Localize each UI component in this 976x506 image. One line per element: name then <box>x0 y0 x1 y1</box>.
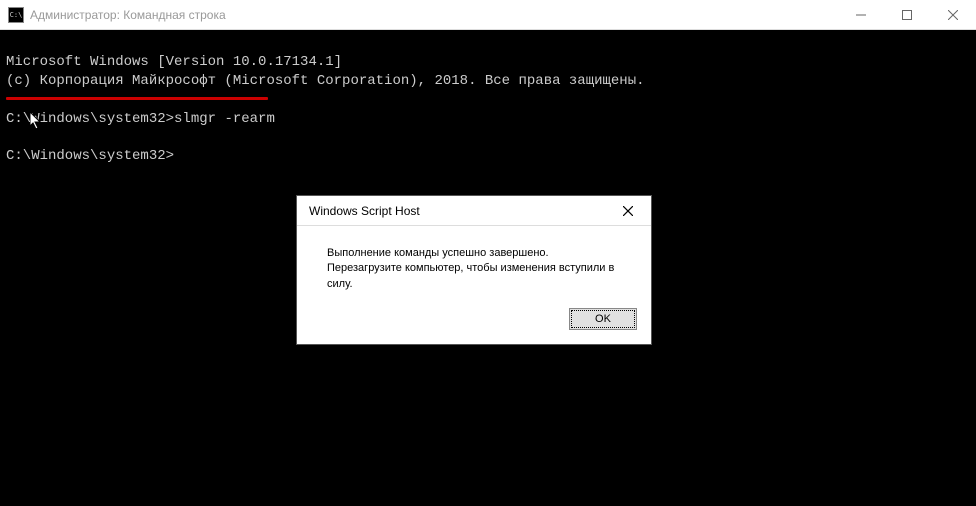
maximize-button[interactable] <box>884 0 930 29</box>
ok-button[interactable]: OK <box>569 308 637 330</box>
console-line: (c) Корпорация Майкрософт (Microsoft Cor… <box>6 73 645 89</box>
dialog-close-button[interactable] <box>613 199 643 223</box>
dialog-message: Выполнение команды успешно завершено. Пе… <box>297 226 651 300</box>
console-line: Microsoft Windows [Version 10.0.17134.1] <box>6 54 342 70</box>
window-titlebar: C:\ Администратор: Командная строка <box>0 0 976 30</box>
console-prompt: C:\Windows\system32>slmgr -rearm <box>6 111 275 127</box>
window-controls <box>838 0 976 29</box>
dialog-message-line: Перезагрузите компьютер, чтобы изменения… <box>327 261 631 292</box>
window-title: Администратор: Командная строка <box>30 8 226 22</box>
minimize-button[interactable] <box>838 0 884 29</box>
dialog-title: Windows Script Host <box>309 204 420 218</box>
console-prompt: C:\Windows\system32> <box>6 148 174 164</box>
dialog-titlebar[interactable]: Windows Script Host <box>297 196 651 226</box>
console-command: slmgr -rearm <box>174 111 275 127</box>
script-host-dialog: Windows Script Host Выполнение команды у… <box>296 195 652 345</box>
cmd-icon: C:\ <box>8 7 24 23</box>
dialog-message-line: Выполнение команды успешно завершено. <box>327 246 631 261</box>
close-button[interactable] <box>930 0 976 29</box>
annotation-underline <box>6 97 268 100</box>
